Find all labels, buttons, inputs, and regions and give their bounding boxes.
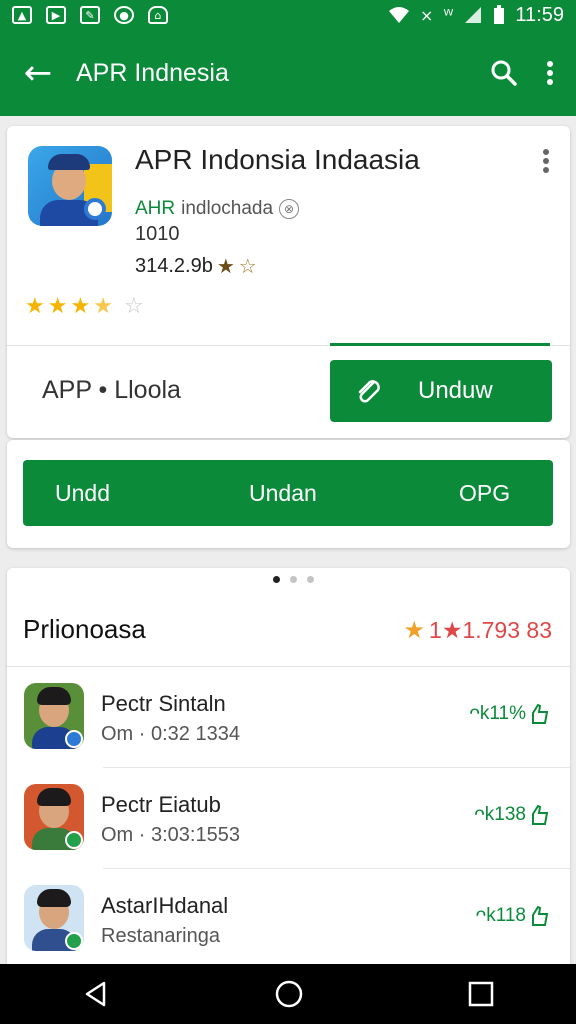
review-meta-text: ᴖk11%	[469, 703, 526, 724]
app-title: APR Indonsia Indaasia	[135, 144, 420, 175]
more-vert-icon[interactable]	[542, 148, 550, 174]
thumb-up-icon[interactable]	[530, 905, 550, 927]
star-half-icon: ★	[93, 294, 113, 319]
home-icon: ⌂	[148, 6, 168, 24]
review-meta[interactable]: ᴖk118	[476, 905, 550, 927]
section-rating-text: 1★1.793 83	[429, 616, 552, 643]
info-icon[interactable]: ⊗	[279, 199, 300, 219]
action-button-2[interactable]: Undan	[249, 480, 317, 507]
star-icon: ★	[403, 616, 426, 644]
back-triangle-icon[interactable]	[82, 980, 110, 1008]
carousel-dot-active[interactable]	[273, 576, 280, 583]
review-subtitle: Om · 0:32 1334	[101, 723, 240, 745]
notification-icons: ▲ ▶ ✎ ● ⌂	[12, 6, 168, 24]
avatar	[24, 683, 84, 749]
app-icon	[28, 146, 112, 226]
reviews-card: Prlionoasa ★ 1★1.793 83 Pectr Sintaln Om…	[7, 568, 570, 968]
signal-off-icon: ⨯	[420, 5, 434, 25]
recents-square-icon[interactable]	[468, 981, 494, 1007]
thumb-up-icon[interactable]	[530, 703, 550, 725]
edit-icon: ✎	[80, 6, 100, 24]
star-rating: ★ ★ ★ ★ ☆	[25, 294, 144, 319]
list-item[interactable]: AstarIHdanal Restanaringa ᴖk118	[7, 869, 570, 968]
package-label: APP • Lloola	[42, 376, 181, 404]
action-button-1[interactable]: Undd	[55, 480, 110, 507]
star-empty-icon: ☆	[123, 294, 144, 319]
wifi-icon	[389, 7, 410, 23]
action-card: Undd Undan OPG	[7, 440, 570, 548]
review-meta[interactable]: ᴖk138	[474, 804, 550, 826]
action-button-bar[interactable]: Undd Undan OPG	[23, 460, 553, 526]
star-icon: ★	[70, 294, 91, 319]
carousel-indicator[interactable]	[7, 576, 570, 583]
list-item[interactable]: Pectr Eiatub Om · 3:03:1553 ᴖk138	[7, 768, 570, 869]
avatar	[24, 885, 84, 951]
install-button-label: Unduw	[418, 377, 493, 404]
list-item[interactable]: Pectr Sintaln Om · 0:32 1334 ᴖk11%	[7, 667, 570, 768]
action-button-3[interactable]: OPG	[459, 480, 510, 507]
star-icon: ★	[25, 294, 45, 319]
section-rating: ★ 1★1.793 83	[404, 616, 552, 644]
app-bar: ← APR Indnesia	[0, 30, 576, 116]
search-icon[interactable]	[490, 59, 518, 87]
section-title: Prlionoasa	[23, 614, 146, 644]
star-outline-icon: ☆	[238, 254, 257, 278]
navigation-bar	[0, 964, 576, 1024]
review-meta[interactable]: ᴖk11%	[469, 703, 550, 725]
record-icon: ●	[114, 6, 134, 24]
cellular-icon	[465, 7, 482, 23]
review-meta-text: ᴖk118	[475, 905, 526, 926]
carousel-dot[interactable]	[290, 576, 297, 583]
status-time: 11:59	[515, 3, 564, 26]
install-button[interactable]: Unduw	[330, 360, 552, 422]
developer-handle: indlochada	[181, 198, 274, 219]
carousel-dot[interactable]	[307, 576, 314, 583]
review-subtitle: Restanaringa	[101, 925, 220, 947]
review-meta-text: ᴖk138	[474, 804, 526, 825]
app-details-card: APR Indonsia Indaasia AHR indlochada ⊗ 1…	[7, 126, 570, 438]
review-name: Pectr Sintaln	[101, 691, 226, 716]
battery-icon	[494, 5, 505, 24]
thumb-up-icon[interactable]	[530, 804, 550, 826]
wifi-calling-icon: ᵂ	[443, 5, 454, 25]
rating-line-text: 314.2.9b	[135, 254, 213, 277]
review-name: AstarIHdanal	[101, 893, 229, 918]
review-subtitle: Om · 3:03:1553	[101, 824, 240, 846]
download-count: 1010	[135, 223, 180, 245]
page-title: APR Indnesia	[76, 58, 229, 87]
tab-indicator	[330, 343, 550, 346]
avatar	[24, 784, 84, 850]
paperclip-icon	[358, 380, 380, 403]
image-icon: ▲	[12, 6, 32, 24]
review-name: Pectr Eiatub	[101, 792, 221, 817]
home-circle-icon[interactable]	[274, 979, 304, 1009]
arrow-left-icon[interactable]: ←	[0, 53, 76, 93]
rating-line: 314.2.9b ★ ☆	[135, 254, 257, 278]
developer-name: AHR	[135, 198, 176, 219]
star-filled-icon: ★	[216, 254, 235, 278]
star-icon: ★	[47, 294, 68, 319]
developer-line[interactable]: AHR indlochada ⊗	[135, 198, 300, 220]
play-icon: ▶	[46, 6, 66, 24]
status-bar: ▲ ▶ ✎ ● ⌂ ⨯ ᵂ 11:59	[0, 0, 576, 30]
more-vert-icon[interactable]	[546, 60, 554, 86]
